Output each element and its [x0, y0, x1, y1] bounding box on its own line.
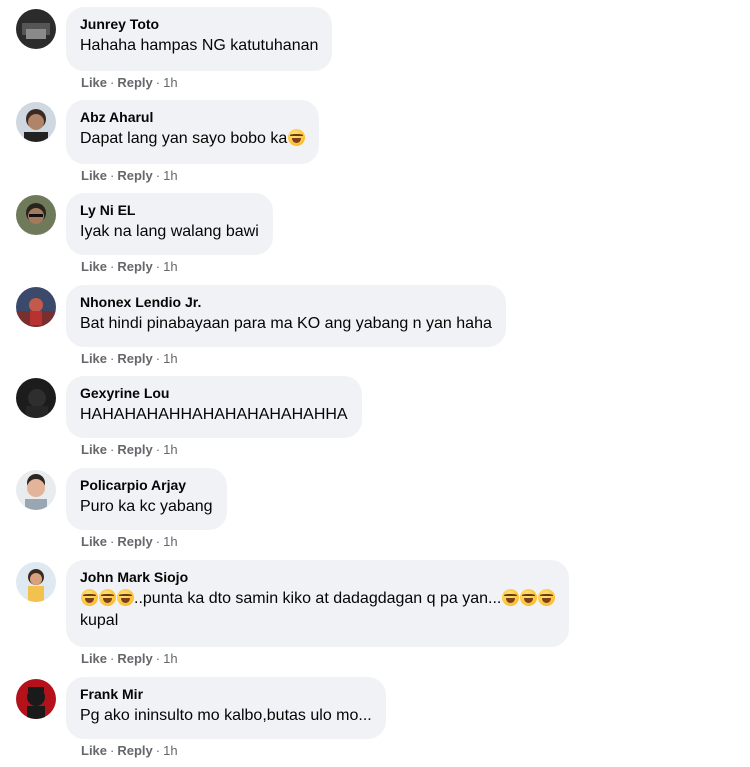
separator: · [110, 651, 115, 666]
avatar-image [16, 287, 56, 327]
comment-bubble: Gexyrine Lou HAHAHAHAHHAHAHAHAHAHAHHA [66, 376, 362, 438]
comment-actions: Like · Reply · 1h [81, 743, 178, 759]
comment-author[interactable]: Ly Ni EL [80, 201, 259, 219]
avatar-image [16, 195, 56, 235]
comment-bubble: Abz Aharul Dapat lang yan sayo bobo ka [66, 100, 320, 164]
like-button[interactable]: Like [81, 442, 107, 457]
timestamp[interactable]: 1h [163, 259, 177, 274]
timestamp[interactable]: 1h [163, 534, 177, 549]
like-button[interactable]: Like [81, 534, 107, 549]
separator: · [155, 351, 161, 366]
comment-text: ..punta ka dto samin kiko at dadagdagan … [80, 588, 555, 610]
comment-actions: Like · Reply · 1h [81, 351, 178, 367]
comment-actions: Like · Reply · 1h [81, 75, 178, 91]
reply-button[interactable]: Reply [117, 651, 152, 666]
comment-actions: Like · Reply · 1h [81, 168, 178, 184]
avatar[interactable] [16, 287, 56, 327]
rolling-on-floor-laughing-icon [116, 589, 134, 606]
comment-actions: Like · Reply · 1h [81, 651, 178, 667]
timestamp[interactable]: 1h [163, 168, 177, 183]
comment-bubble: Junrey Toto Hahaha hampas NG katutuhanan [66, 7, 333, 71]
reply-button[interactable]: Reply [117, 534, 152, 549]
avatar[interactable] [16, 470, 56, 510]
comment-actions: Like · Reply · 1h [81, 259, 178, 275]
reply-button[interactable]: Reply [117, 351, 152, 366]
reply-button[interactable]: Reply [117, 168, 152, 183]
rolling-on-floor-laughing-icon [98, 589, 116, 606]
separator: · [155, 75, 161, 90]
comment-actions: Like · Reply · 1h [81, 442, 178, 458]
separator: · [110, 743, 115, 758]
comment-text: Iyak na lang walang bawi [80, 223, 259, 240]
comment-text-content: Dapat lang yan sayo bobo ka [80, 130, 288, 147]
separator: · [155, 442, 161, 457]
avatar-image [16, 679, 56, 719]
comment-author[interactable]: Frank Mir [80, 685, 372, 703]
separator: · [110, 168, 115, 183]
avatar[interactable] [16, 378, 56, 418]
avatar-image [16, 102, 56, 142]
avatar[interactable] [16, 562, 56, 602]
comment-bubble: Nhonex Lendio Jr. Bat hindi pinabayaan p… [66, 285, 506, 347]
like-button[interactable]: Like [81, 259, 107, 274]
separator: · [155, 651, 161, 666]
comment-bubble: John Mark Siojo ..punta ka dto samin kik… [66, 560, 570, 647]
timestamp[interactable]: 1h [163, 651, 177, 666]
separator: · [155, 168, 161, 183]
separator: · [110, 75, 115, 90]
rolling-on-floor-laughing-icon [80, 589, 98, 606]
comment-author[interactable]: Nhonex Lendio Jr. [80, 293, 492, 311]
separator: · [155, 534, 161, 549]
like-button[interactable]: Like [81, 75, 107, 90]
avatar-image [16, 9, 56, 49]
avatar-image [16, 562, 56, 602]
avatar-image [16, 378, 56, 418]
comment-text: Dapat lang yan sayo bobo ka [80, 128, 305, 150]
rolling-on-floor-laughing-icon [537, 589, 555, 606]
avatar[interactable] [16, 102, 56, 142]
comment-text-line2: kupal [80, 612, 119, 629]
rolling-on-floor-laughing-icon [287, 129, 305, 146]
comment-author[interactable]: Junrey Toto [80, 15, 318, 33]
comment-text: HAHAHAHAHHAHAHAHAHAHAHHA [80, 406, 348, 423]
avatar[interactable] [16, 195, 56, 235]
comment-author[interactable]: Policarpio Arjay [80, 476, 213, 494]
comment-text: Hahaha hampas NG katutuhanan [80, 37, 319, 54]
avatar[interactable] [16, 9, 56, 49]
like-button[interactable]: Like [81, 351, 107, 366]
comment-author[interactable]: Gexyrine Lou [80, 384, 348, 402]
separator: · [155, 743, 161, 758]
comment-text: Puro ka kc yabang [80, 498, 213, 515]
comment-author[interactable]: Abz Aharul [80, 108, 305, 126]
separator: · [110, 534, 115, 549]
separator: · [155, 259, 161, 274]
comment-bubble: Ly Ni EL Iyak na lang walang bawi [66, 193, 273, 255]
like-button[interactable]: Like [81, 743, 107, 758]
timestamp[interactable]: 1h [163, 75, 177, 90]
timestamp[interactable]: 1h [163, 442, 177, 457]
comment-author[interactable]: John Mark Siojo [80, 568, 555, 586]
comment-actions: Like · Reply · 1h [81, 534, 178, 550]
reply-button[interactable]: Reply [117, 442, 152, 457]
comment-bubble: Frank Mir Pg ako ininsulto mo kalbo,buta… [66, 677, 386, 739]
separator: · [110, 442, 115, 457]
reply-button[interactable]: Reply [117, 743, 152, 758]
avatar-image [16, 470, 56, 510]
like-button[interactable]: Like [81, 651, 107, 666]
avatar[interactable] [16, 679, 56, 719]
comment-text: Bat hindi pinabayaan para ma KO ang yaba… [80, 315, 492, 332]
reply-button[interactable]: Reply [117, 75, 152, 90]
like-button[interactable]: Like [81, 168, 107, 183]
timestamp[interactable]: 1h [163, 743, 177, 758]
rolling-on-floor-laughing-icon [519, 589, 537, 606]
reply-button[interactable]: Reply [117, 259, 152, 274]
separator: · [110, 259, 115, 274]
comment-bubble: Policarpio Arjay Puro ka kc yabang [66, 468, 227, 530]
comment-text-content: ..punta ka dto samin kiko at dadagdagan … [134, 590, 502, 607]
comment-text: Pg ako ininsulto mo kalbo,butas ulo mo..… [80, 707, 372, 724]
separator: · [110, 351, 115, 366]
timestamp[interactable]: 1h [163, 351, 177, 366]
rolling-on-floor-laughing-icon [501, 589, 519, 606]
